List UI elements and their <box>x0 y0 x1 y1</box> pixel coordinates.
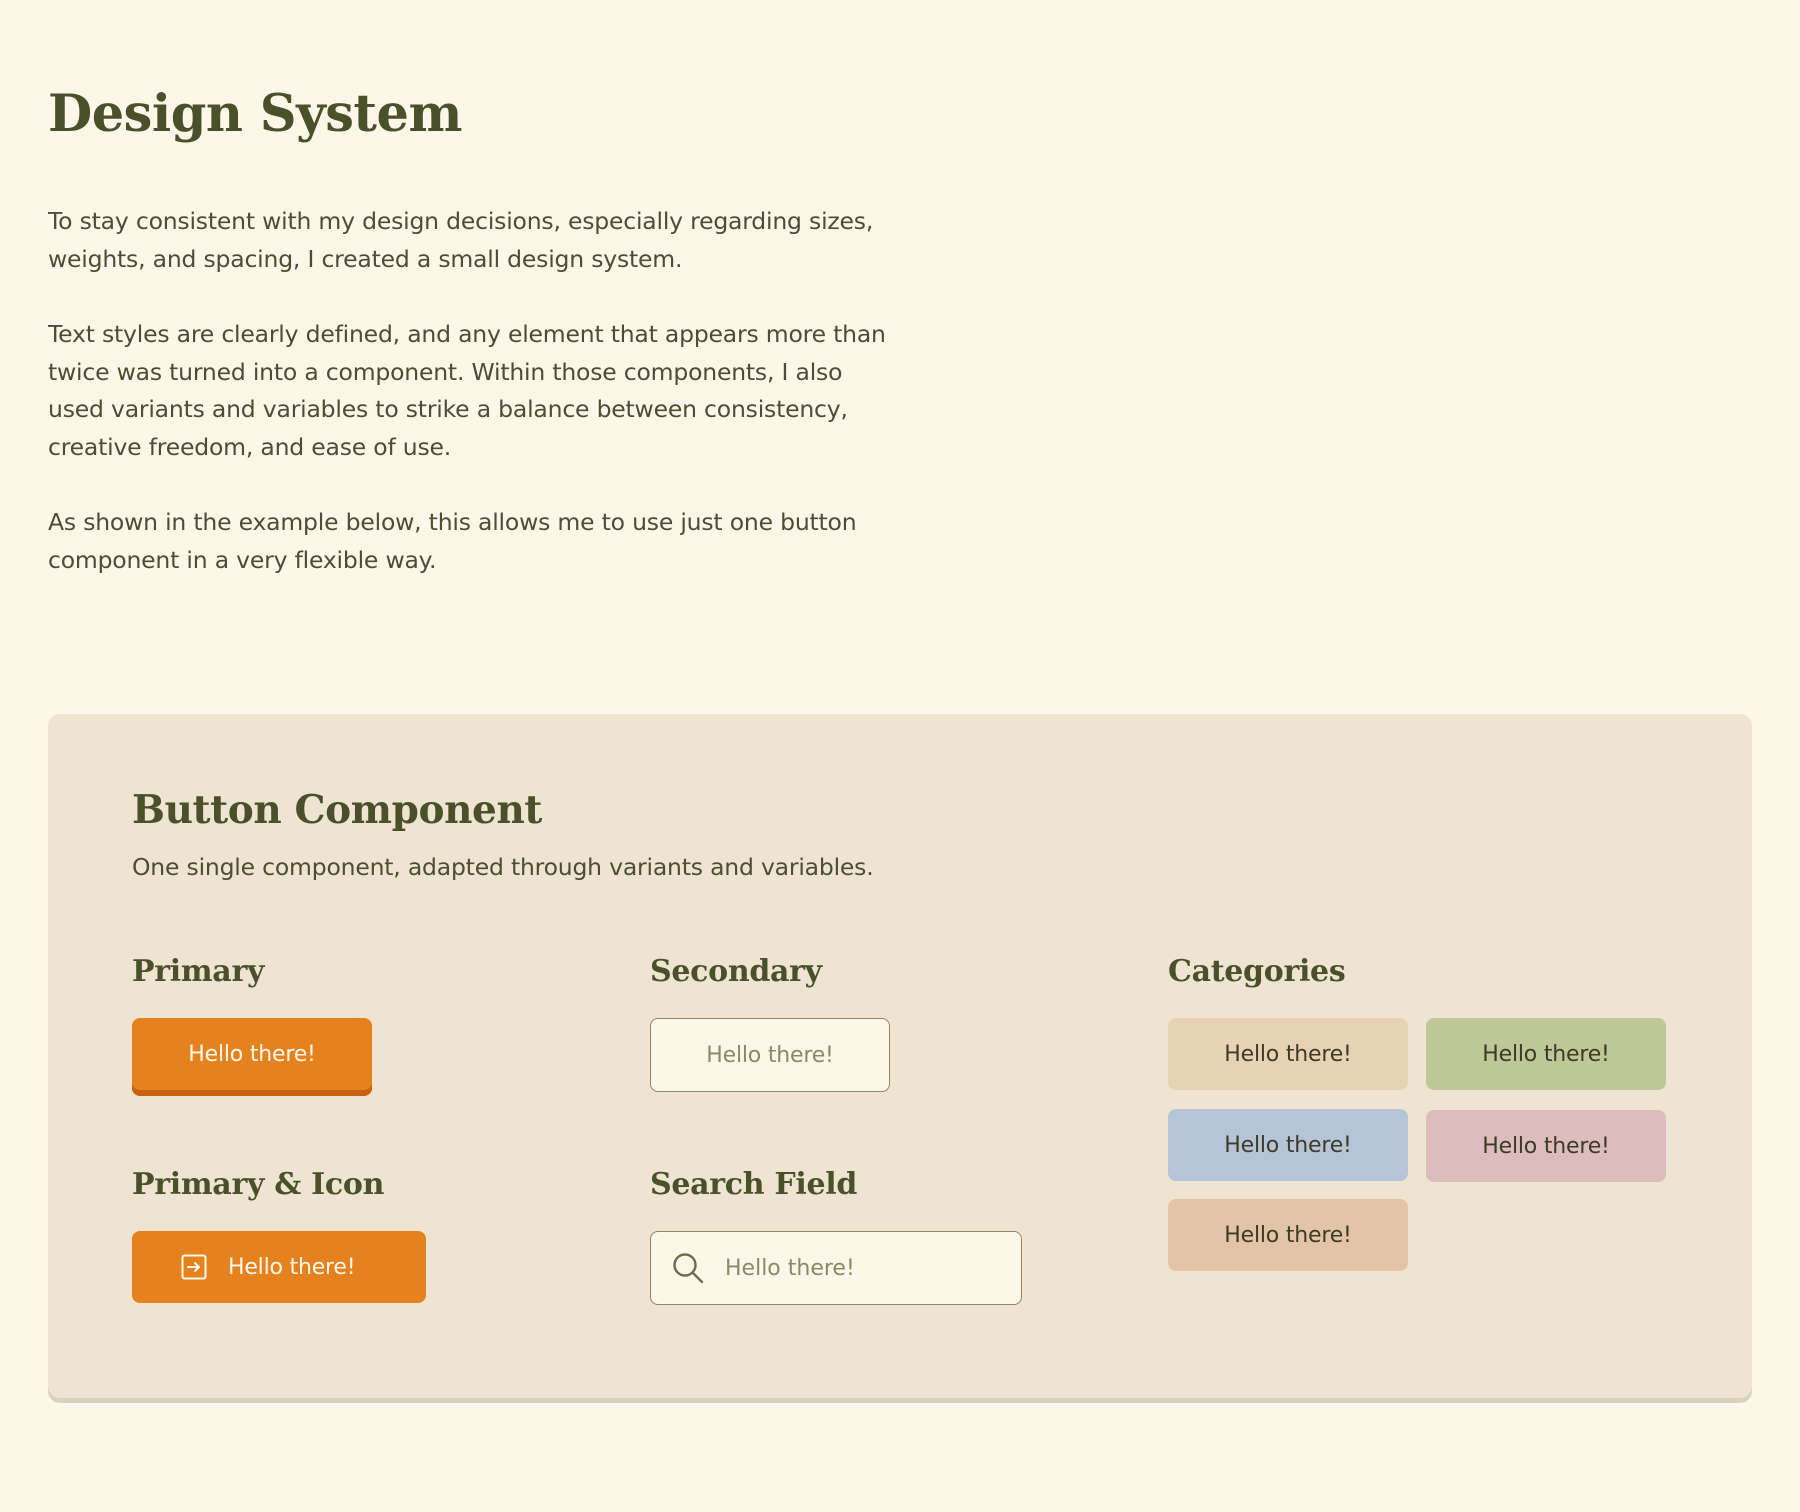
primary-button-label: Hello there! <box>188 1041 316 1067</box>
secondary-button-label: Hello there! <box>706 1042 834 1068</box>
category-button-label: Hello there! <box>1224 1132 1352 1158</box>
category-button[interactable]: Hello there! <box>1168 1199 1408 1271</box>
secondary-button[interactable]: Hello there! <box>650 1018 890 1092</box>
primary-icon-button[interactable]: Hello there! <box>132 1231 426 1303</box>
intro-paragraph: As shown in the example below, this allo… <box>48 508 857 574</box>
category-button-label: Hello there! <box>1224 1041 1352 1067</box>
secondary-label: Secondary <box>650 954 822 989</box>
search-input[interactable] <box>725 1255 985 1281</box>
category-button[interactable]: Hello there! <box>1168 1018 1408 1090</box>
card-title: Button Component <box>132 787 543 833</box>
arrow-into-box-icon <box>180 1253 208 1281</box>
card-subtitle: One single component, adapted through va… <box>132 853 874 881</box>
search-field[interactable] <box>650 1231 1022 1305</box>
primary-label: Primary <box>132 954 265 989</box>
categories-label: Categories <box>1168 954 1346 989</box>
category-button[interactable]: Hello there! <box>1426 1110 1666 1182</box>
search-icon <box>671 1251 705 1285</box>
search-field-label: Search Field <box>650 1167 858 1202</box>
primary-icon-label: Primary & Icon <box>132 1167 385 1202</box>
intro-text: To stay consistent with my design decisi… <box>48 203 898 617</box>
intro-paragraph: To stay consistent with my design decisi… <box>48 207 874 273</box>
page: Design System To stay consistent with my… <box>0 0 1800 1512</box>
category-button-label: Hello there! <box>1224 1222 1352 1248</box>
category-button[interactable]: Hello there! <box>1168 1109 1408 1181</box>
category-button-label: Hello there! <box>1482 1041 1610 1067</box>
primary-button[interactable]: Hello there! <box>132 1018 372 1096</box>
primary-icon-button-label: Hello there! <box>228 1254 356 1280</box>
intro-paragraph: Text styles are clearly defined, and any… <box>48 320 886 461</box>
page-title: Design System <box>48 84 462 144</box>
category-button-label: Hello there! <box>1482 1133 1610 1159</box>
button-component-card: Button Component One single component, a… <box>48 714 1752 1398</box>
category-button[interactable]: Hello there! <box>1426 1018 1666 1090</box>
